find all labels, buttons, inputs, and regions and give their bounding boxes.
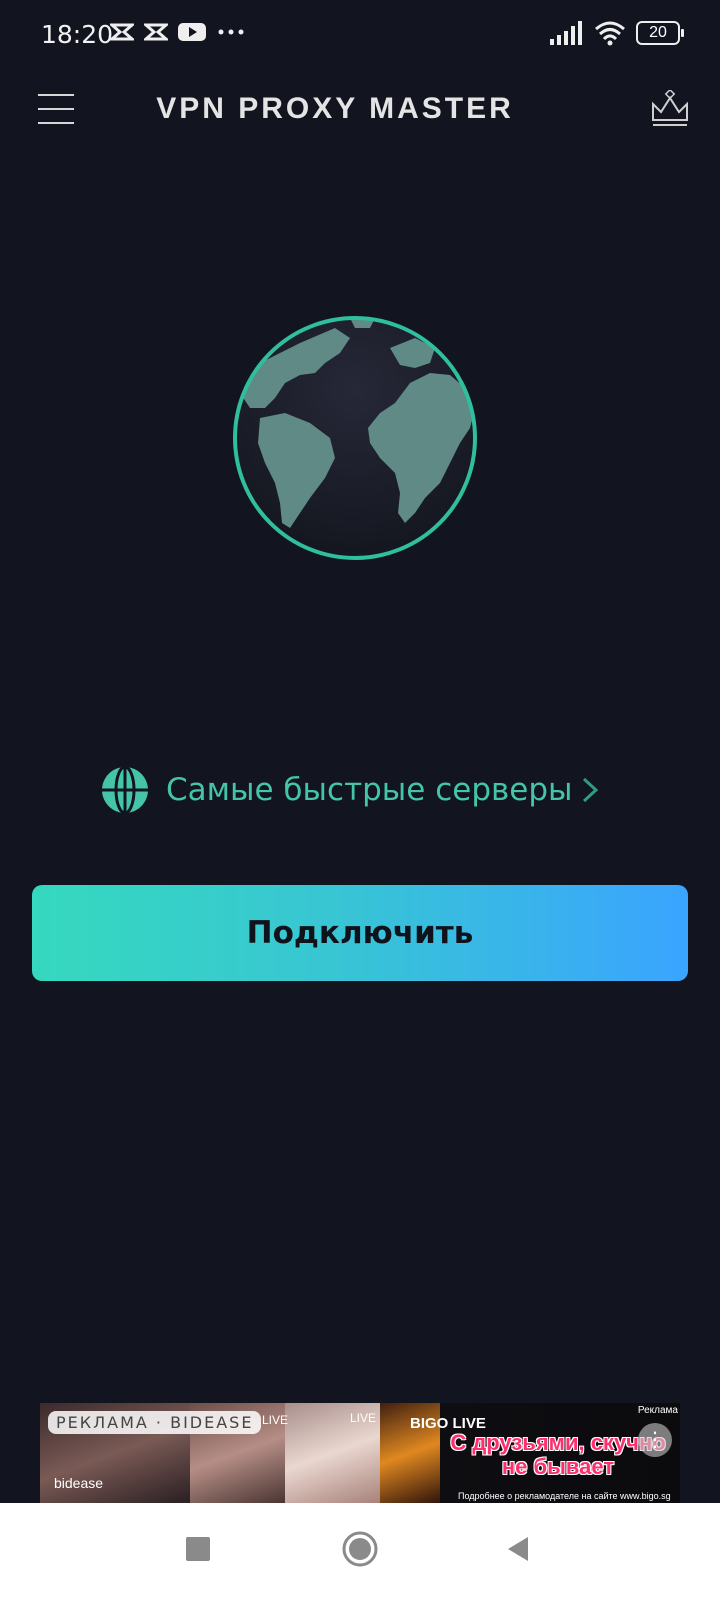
- ad-headline: С друзьями, скучно не бывает: [450, 1430, 666, 1479]
- battery-icon: 20: [636, 21, 684, 45]
- ad-label: РЕКЛАМА · BIDEASE: [48, 1411, 262, 1434]
- ad-network: bidease: [54, 1475, 104, 1491]
- server-selector-label: Самые быстрые серверы: [166, 772, 573, 808]
- server-selector[interactable]: Самые быстрые серверы: [100, 765, 620, 815]
- recent-apps-icon[interactable]: [186, 1537, 210, 1561]
- status-time: 18:20: [41, 20, 114, 49]
- ad-tag: Реклама: [637, 1405, 678, 1416]
- ad-options-icon[interactable]: ⋮: [638, 1423, 672, 1457]
- connect-button[interactable]: Подключить: [32, 885, 688, 981]
- more-dots-icon: [218, 29, 244, 35]
- ad-disclaimer: Подробнее о рекламодателе на сайте www.b…: [458, 1491, 671, 1501]
- status-app-icons: [110, 22, 246, 42]
- youtube-icon: [178, 23, 206, 41]
- ad-live-badge: LIVE: [350, 1411, 377, 1425]
- chevron-right-icon: [582, 777, 599, 803]
- app-title: VPN PROXY MASTER: [156, 92, 514, 125]
- crown-icon[interactable]: [650, 90, 690, 130]
- signal-icon: [550, 21, 582, 45]
- globe-icon: [102, 765, 148, 815]
- capcut-icon: [144, 23, 168, 41]
- globe-illustration: [230, 313, 480, 563]
- home-icon[interactable]: [342, 1531, 378, 1567]
- ad-live-badge: LIVE: [262, 1413, 289, 1427]
- status-right-icons: 20: [550, 20, 684, 46]
- app-header: VPN PROXY MASTER: [0, 70, 720, 150]
- earth-globe-icon: [233, 316, 477, 560]
- back-icon[interactable]: [504, 1535, 532, 1563]
- capcut-icon: [110, 23, 134, 41]
- wifi-icon: [595, 21, 625, 46]
- ad-banner[interactable]: РЕКЛАМА · BIDEASE LIVE LIVE BIGO LIVE С …: [40, 1403, 680, 1503]
- navigation-bar: [0, 1503, 720, 1600]
- status-bar: 18:20 20: [0, 0, 720, 70]
